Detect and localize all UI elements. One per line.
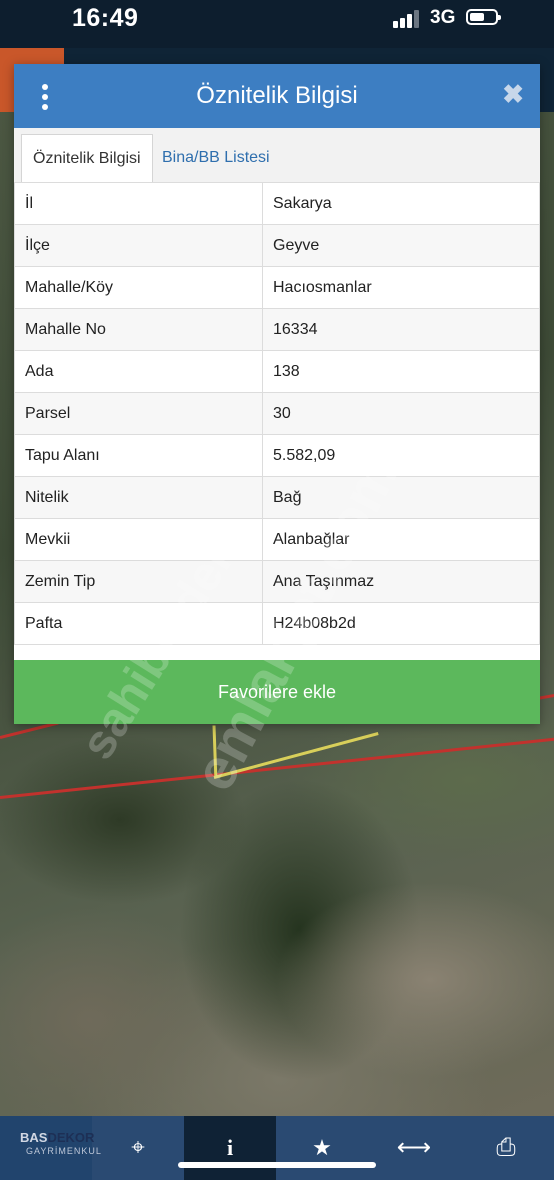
table-row: Parsel 30 bbox=[14, 392, 540, 435]
table-row: Mahalle No 16334 bbox=[14, 308, 540, 351]
attribute-value: Sakarya bbox=[262, 182, 540, 225]
attribute-key: Parsel bbox=[14, 392, 263, 435]
attribute-key: Mahalle/Köy bbox=[14, 266, 263, 309]
table-row: Nitelik Bağ bbox=[14, 476, 540, 519]
table-row: Tapu Alanı 5.582,09 bbox=[14, 434, 540, 477]
attribute-key: İlçe bbox=[14, 224, 263, 267]
status-time: 16:49 bbox=[72, 4, 139, 32]
signal-strength-icon bbox=[393, 8, 423, 28]
company-logo: BASDEKOR GAYRİMENKUL bbox=[0, 1116, 101, 1180]
logo-subtext: GAYRİMENKUL bbox=[26, 1146, 102, 1156]
attribute-key: Ada bbox=[14, 350, 263, 393]
status-bar: 16:49 3G bbox=[0, 0, 554, 48]
table-row: İlçe Geyve bbox=[14, 224, 540, 267]
logo-text-a: BAS bbox=[20, 1130, 48, 1145]
tab-oznitelik-bilgisi[interactable]: Öznitelik Bilgisi bbox=[21, 134, 153, 183]
printer-icon[interactable]: ⎙ bbox=[460, 1116, 552, 1180]
attribute-table: İl Sakarya İlçe Geyve Mahalle/Köy Hacıosman… bbox=[14, 182, 540, 645]
table-row: Mahalle/Köy Hacıosmanlar bbox=[14, 266, 540, 309]
attribute-value: Ana Taşınmaz bbox=[262, 560, 540, 603]
attribute-key: Mevkii bbox=[14, 518, 263, 561]
attribute-key: Zemin Tip bbox=[14, 560, 263, 603]
attribute-value: 5.582,09 bbox=[262, 434, 540, 477]
attribute-value: 30 bbox=[262, 392, 540, 435]
star-icon[interactable]: ★ bbox=[276, 1116, 368, 1180]
attribute-key: Mahalle No bbox=[14, 308, 263, 351]
attribute-key: İl bbox=[14, 182, 263, 225]
dialog-header: Öznitelik Bilgisi ✖ bbox=[14, 64, 540, 128]
attribute-dialog: Öznitelik Bilgisi ✖ Öznitelik Bilgisi Bi… bbox=[14, 64, 540, 724]
attribute-value: Alanbağlar bbox=[262, 518, 540, 561]
dialog-title: Öznitelik Bilgisi bbox=[196, 82, 358, 109]
attribute-key: Tapu Alanı bbox=[14, 434, 263, 477]
battery-icon bbox=[466, 9, 501, 25]
attribute-value: Bağ bbox=[262, 476, 540, 519]
logo-text-b: DEKOR bbox=[47, 1130, 95, 1145]
attribute-value: Hacıosmanlar bbox=[262, 266, 540, 309]
add-to-favorites-button[interactable]: Favorilere ekle bbox=[14, 660, 540, 724]
attribute-value: 16334 bbox=[262, 308, 540, 351]
bottom-toolbar: BASDEKOR GAYRİMENKUL ⌖ i ★ ⟷ ⎙ bbox=[0, 1116, 554, 1180]
table-row: İl Sakarya bbox=[14, 182, 540, 225]
measure-arrows-icon[interactable]: ⟷ bbox=[368, 1116, 460, 1180]
home-indicator[interactable] bbox=[178, 1162, 376, 1168]
network-type: 3G bbox=[430, 7, 456, 28]
dialog-tabs: Öznitelik Bilgisi Bina/BB Listesi bbox=[14, 128, 540, 183]
table-row: Mevkii Alanbağlar bbox=[14, 518, 540, 561]
crosshair-icon[interactable]: ⌖ bbox=[92, 1116, 184, 1180]
attribute-value: 138 bbox=[262, 350, 540, 393]
attribute-key: Pafta bbox=[14, 602, 263, 645]
attribute-value: H24b08b2d bbox=[262, 602, 540, 645]
attribute-key: Nitelik bbox=[14, 476, 263, 519]
table-row: Pafta H24b08b2d bbox=[14, 602, 540, 645]
close-icon[interactable]: ✖ bbox=[502, 81, 524, 107]
attribute-value: Geyve bbox=[262, 224, 540, 267]
tab-bina-bb-listesi[interactable]: Bina/BB Listesi bbox=[151, 134, 281, 182]
table-row: Ada 138 bbox=[14, 350, 540, 393]
table-row: Zemin Tip Ana Taşınmaz bbox=[14, 560, 540, 603]
info-icon[interactable]: i bbox=[184, 1116, 276, 1180]
